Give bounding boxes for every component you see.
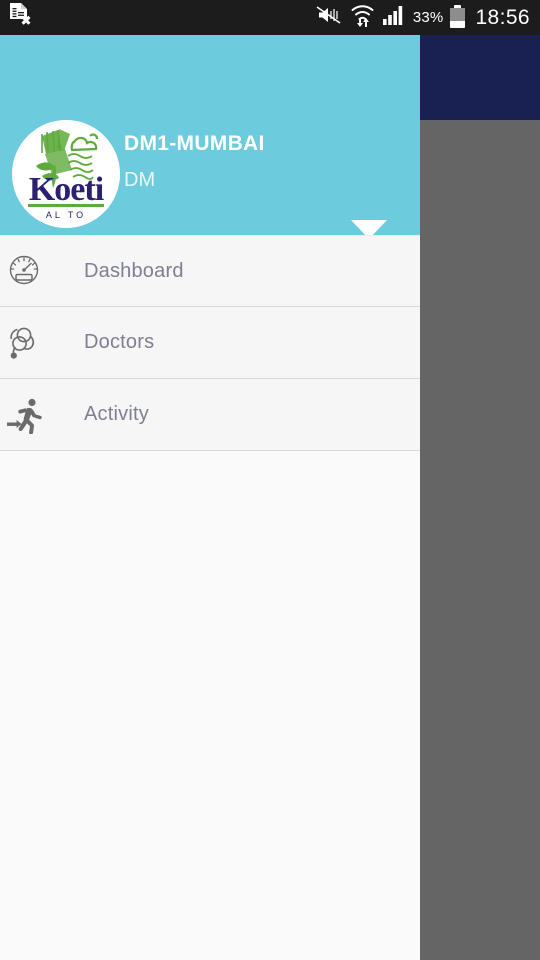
document-error-icon bbox=[8, 2, 32, 33]
drawer-header[interactable]: Koeti AL TO DM1-MUMBAI DM bbox=[0, 35, 420, 235]
drawer-menu: Dashboard Doctors Activity bbox=[0, 235, 420, 911]
battery-icon bbox=[450, 4, 466, 28]
wifi-transfer-icon bbox=[350, 3, 375, 32]
battery-percent: 33% bbox=[412, 9, 444, 26]
navigation-drawer: Koeti AL TO DM1-MUMBAI DM Dashboard Doct… bbox=[0, 35, 420, 960]
chevron-down-icon[interactable] bbox=[351, 220, 387, 235]
menu-item-label: Dashboard bbox=[84, 259, 184, 282]
account-role: DM bbox=[124, 169, 156, 191]
phone-screen: Koeti AL TO DM1-MUMBAI DM Dashboard Doct… bbox=[0, 0, 540, 960]
menu-item-label: Doctors bbox=[84, 331, 155, 353]
stethoscope-icon bbox=[0, 324, 48, 362]
signal-icon bbox=[382, 4, 406, 31]
svg-text:Koeti: Koeti bbox=[29, 171, 104, 208]
menu-item-dashboard[interactable]: Dashboard bbox=[0, 235, 420, 307]
speedometer-icon bbox=[0, 253, 48, 289]
drawer-empty-area bbox=[0, 451, 420, 911]
svg-text:AL TO: AL TO bbox=[46, 210, 86, 220]
menu-item-doctors[interactable]: Doctors bbox=[0, 307, 420, 379]
menu-item-activity[interactable]: Activity bbox=[0, 379, 420, 451]
running-person-icon bbox=[0, 396, 48, 434]
koeti-logo: Koeti AL TO bbox=[12, 120, 120, 228]
clock: 18:56 bbox=[475, 5, 530, 29]
account-info: DM1-MUMBAI DM bbox=[124, 131, 354, 194]
menu-item-label: Activity bbox=[84, 403, 149, 425]
mute-icon bbox=[315, 4, 343, 31]
status-bar: 33% 18:56 bbox=[0, 0, 540, 35]
account-name: DM1-MUMBAI bbox=[124, 132, 265, 155]
